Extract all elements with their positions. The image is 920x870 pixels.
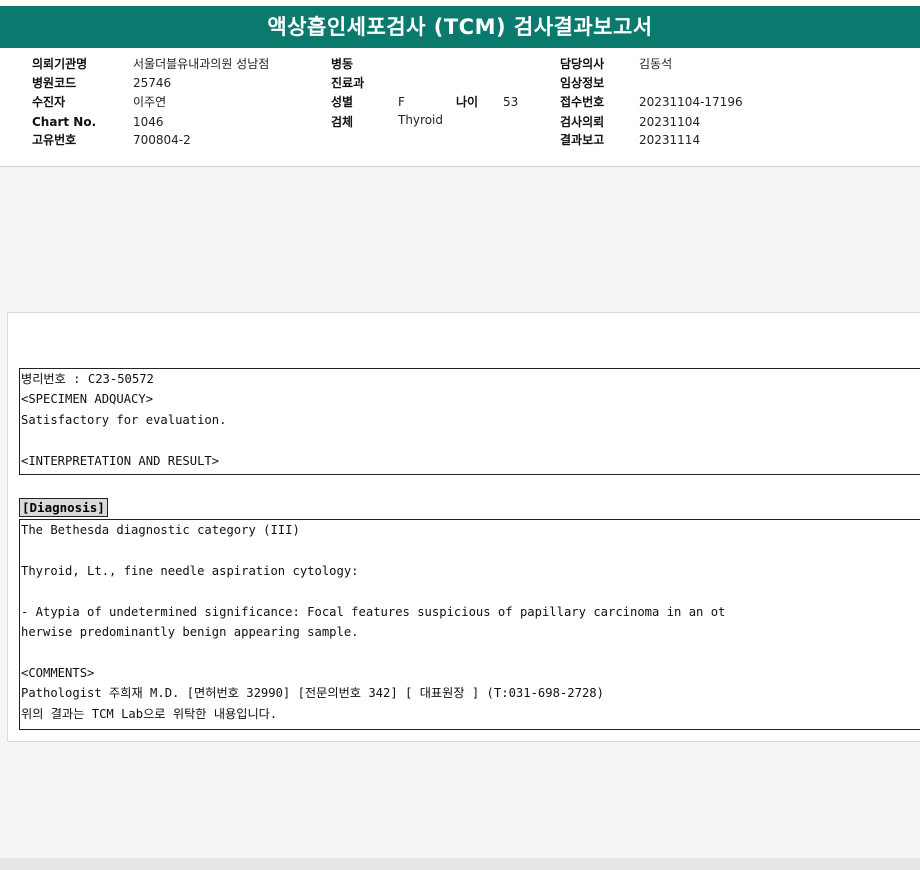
header-row-1: 의뢰기관명 서울더블유내과의원 성남점 병동 담당의사 김동석 xyxy=(0,54,920,74)
result-date-value: 20231114 xyxy=(639,133,701,147)
request-date-value: 20231104 xyxy=(639,115,701,129)
specimen-value: Thyroid xyxy=(398,113,443,127)
unique-no-label: 고유번호 xyxy=(32,133,77,147)
header-row-2: 병원코드 25746 진료과 임상정보 xyxy=(0,73,920,93)
hospital-code-label: 병원코드 xyxy=(32,76,77,90)
sex-value: F xyxy=(398,95,405,109)
header-row-3: 수진자 이주연 성별 F 나이 53 접수번호 20231104-17196 xyxy=(0,92,920,112)
chart-no-label: Chart No. xyxy=(32,115,97,129)
doctor-label: 담당의사 xyxy=(560,57,605,71)
patient-info-header: 의뢰기관명 서울더블유내과의원 성남점 병동 담당의사 김동석 병원코드 257… xyxy=(0,48,920,167)
patient-value: 이주연 xyxy=(133,95,167,109)
outsourcing-note: 위의 결과는 TCM Lab으로 위탁한 내용입니다. xyxy=(21,706,278,721)
report-title: 액상흡인세포검사 (TCM) 검사결과보고서 xyxy=(0,6,920,48)
dept-label: 진료과 xyxy=(331,76,365,90)
report-body-panel: 병리번호 : C23-50572 <SPECIMEN ADQUACY> Sati… xyxy=(7,312,920,742)
age-value: 53 xyxy=(503,95,519,109)
institution-label: 의뢰기관명 xyxy=(32,57,88,71)
specimen-adequacy-heading: <SPECIMEN ADQUACY> xyxy=(21,392,154,407)
sex-label: 성별 xyxy=(331,95,354,109)
diagnosis-label: [Diagnosis] xyxy=(19,498,108,517)
age-label: 나이 xyxy=(456,95,479,109)
doctor-value: 김동석 xyxy=(639,57,673,71)
result-date-label: 결과보고 xyxy=(560,133,605,147)
request-date-label: 검사의뢰 xyxy=(560,115,605,129)
diagnosis-box: The Bethesda diagnostic category (III) T… xyxy=(19,519,920,730)
comments-heading: <COMMENTS> xyxy=(21,665,95,680)
specimen-box: 병리번호 : C23-50572 <SPECIMEN ADQUACY> Sati… xyxy=(19,368,920,475)
bottom-strip xyxy=(0,858,920,870)
specimen-label: 검체 xyxy=(331,115,354,129)
pathologist-line: Pathologist 주희재 M.D. [면허번호 32990] [전문의번호… xyxy=(21,686,604,701)
receipt-no-value: 20231104-17196 xyxy=(639,95,743,109)
ward-label: 병동 xyxy=(331,57,354,71)
report-page: 액상흡인세포검사 (TCM) 검사결과보고서 의뢰기관명 서울더블유내과의원 성… xyxy=(0,0,920,870)
specimen-site: Thyroid, Lt., fine needle aspiration cyt… xyxy=(21,563,359,578)
header-row-4: Chart No. 1046 검체 Thyroid 검사의뢰 20231104 xyxy=(0,112,920,132)
bethesda-category: The Bethesda diagnostic category (III) xyxy=(21,523,300,537)
unique-no-value: 700804-2 xyxy=(133,133,191,147)
patient-label: 수진자 xyxy=(32,95,66,109)
header-row-5: 고유번호 700804-2 결과보고 20231114 xyxy=(0,130,920,150)
institution-value: 서울더블유내과의원 성남점 xyxy=(133,57,270,71)
receipt-no-label: 접수번호 xyxy=(560,95,605,109)
clinical-info-label: 임상정보 xyxy=(560,76,605,90)
finding-line-1: - Atypia of undetermined significance: F… xyxy=(21,604,726,619)
finding-line-2: herwise predominantly benign appearing s… xyxy=(21,624,359,639)
chart-no-value: 1046 xyxy=(133,115,164,129)
interpretation-heading: <INTERPRETATION AND RESULT> xyxy=(21,453,220,468)
pathology-number: 병리번호 : C23-50572 xyxy=(21,372,154,386)
hospital-code-value: 25746 xyxy=(133,76,172,90)
specimen-adequacy-text: Satisfactory for evaluation. xyxy=(21,412,227,427)
